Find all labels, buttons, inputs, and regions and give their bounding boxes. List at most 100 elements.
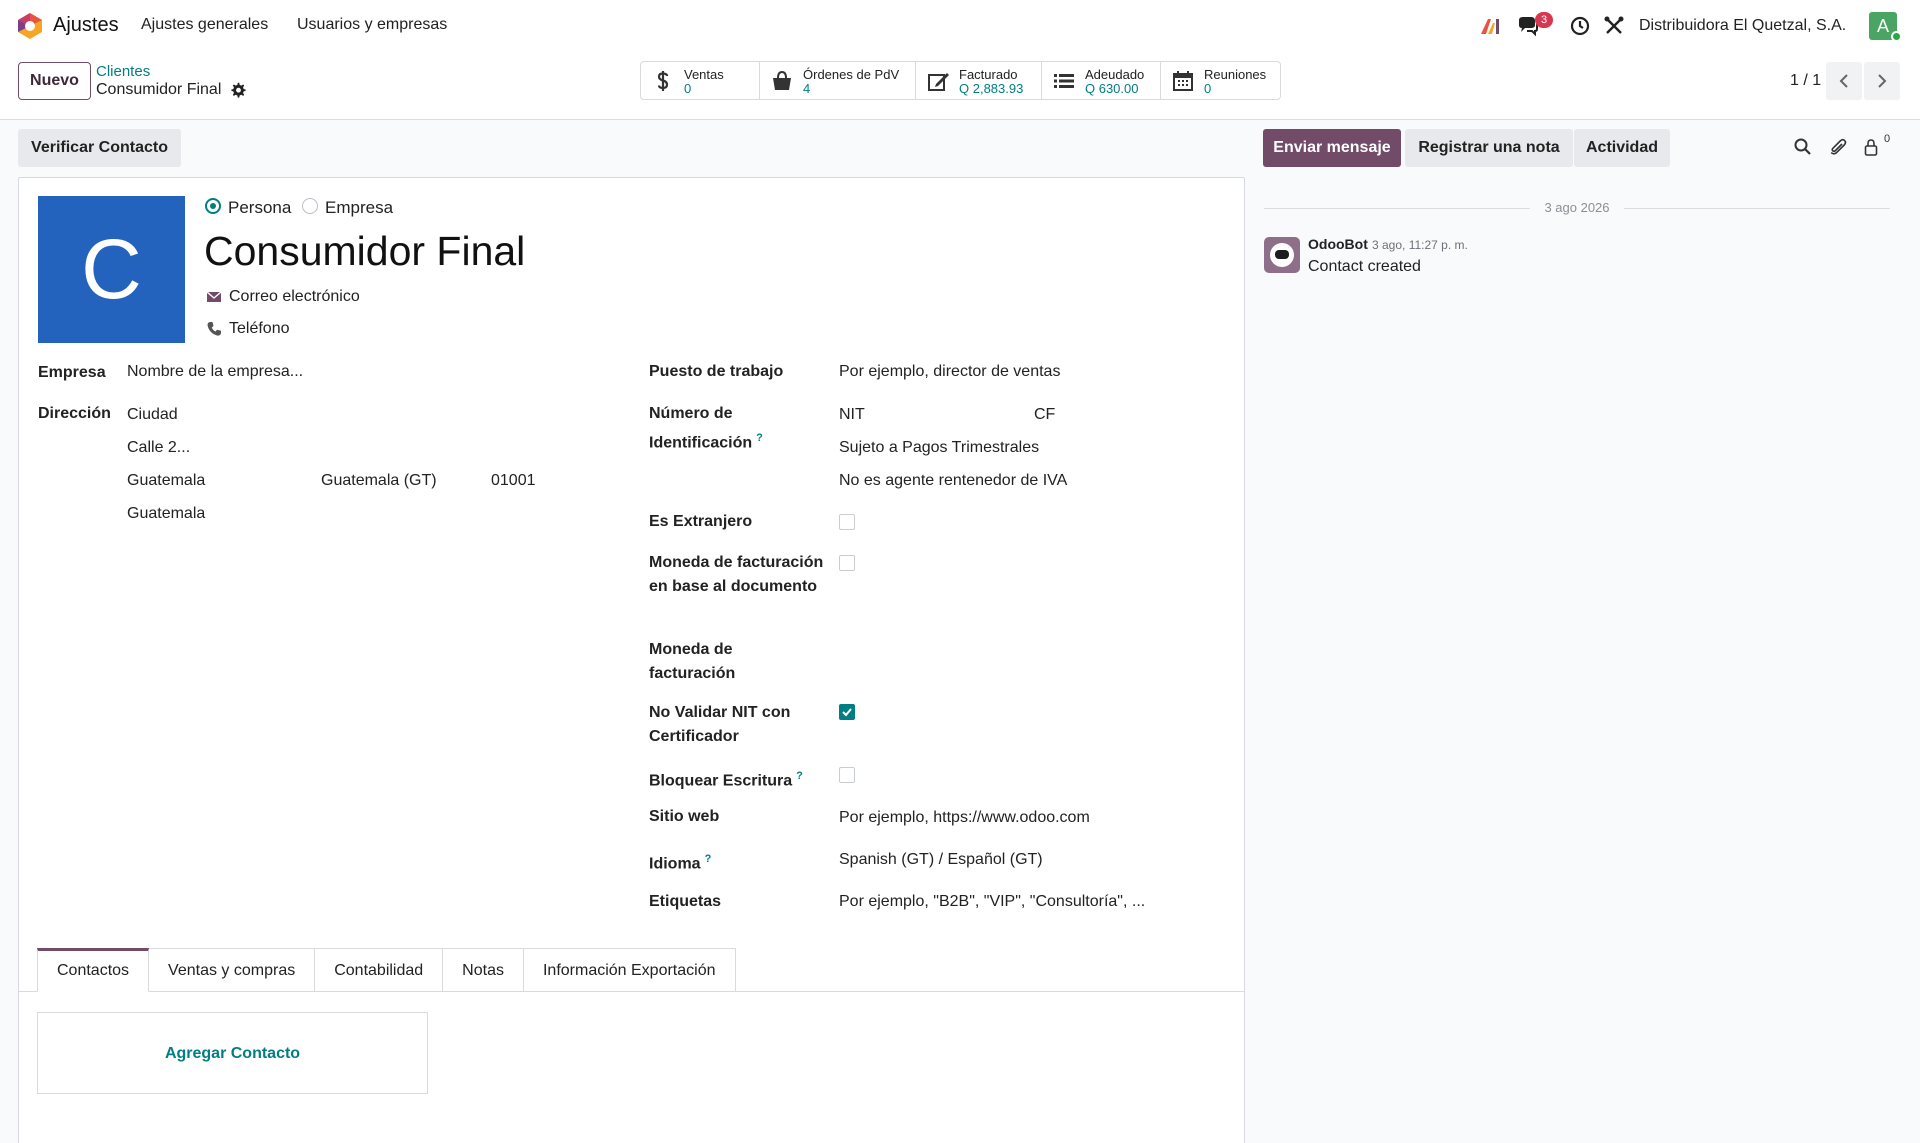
tab-contactos[interactable]: Contactos [37,948,150,992]
website-label: Sitio web [649,808,720,825]
help-icon[interactable]: ? [705,853,712,865]
menu-ajustes-generales[interactable]: Ajustes generales [141,16,268,34]
stat-facturado-value: Q 2,883.93 [959,81,1024,96]
email-field[interactable]: Correo electrónico [229,288,360,306]
date-separator: 3 ago 2026 [1264,200,1890,216]
country-select[interactable]: Guatemala [127,505,205,523]
language-select[interactable]: Spanish (GT) / Español (GT) [839,851,1043,869]
help-icon[interactable]: ? [796,770,803,782]
job-title-input[interactable]: Por ejemplo, director de ventas [839,363,1060,381]
state-select[interactable]: Guatemala (GT) [321,472,437,490]
stat-reuniones-value: 0 [1204,81,1212,96]
tab-notas[interactable]: Notas [443,948,524,992]
radio-persona[interactable] [205,198,221,214]
lock-writing-checkbox[interactable] [839,767,855,783]
form-sheet [18,177,1245,1143]
calendar-icon [1173,71,1193,91]
menu-usuarios-empresas[interactable]: Usuarios y empresas [297,16,447,34]
stat-adeudado[interactable]: Adeudado Q 630.00 [1042,62,1161,99]
lock-writing-label-text: Bloquear Escritura [649,772,793,790]
foreign-label: Es Extranjero [649,513,753,530]
doc-currency-label: Moneda de facturación en base al documen… [649,554,824,595]
company-input[interactable]: Nombre de la empresa... [127,363,303,381]
tab-informacion-exportacion[interactable]: Información Exportación [523,948,736,992]
tab-contabilidad[interactable]: Contabilidad [315,948,444,992]
phone-icon [207,322,221,336]
id-type-select[interactable]: NIT [839,406,865,424]
new-button[interactable]: Nuevo [18,62,91,100]
app-name[interactable]: Ajustes [53,14,119,37]
smart-buttons: Ventas 0 Órdenes de PdV 4 Facturado Q 2,… [640,61,1281,100]
city-input[interactable]: Guatemala [127,472,205,490]
radio-empresa-label[interactable]: Empresa [325,198,393,218]
activity-button[interactable]: Actividad [1574,129,1670,167]
id-number-input[interactable]: CF [1034,406,1055,424]
id-number-label: Número de Identificación? [649,402,839,455]
no-validate-nit-label: No Validar NIT con Certificador [649,704,791,745]
notebook-tabs: Contactos Ventas y compras Contabilidad … [37,948,736,992]
stat-adeudado-label: Adeudado [1085,67,1145,82]
pager-next-button[interactable] [1864,62,1900,100]
website-input[interactable]: Por ejemplo, https://www.odoo.com [839,809,1090,827]
no-validate-nit-checkbox[interactable] [839,704,855,720]
phone-field[interactable]: Teléfono [229,320,290,338]
tab-ventas-compras[interactable]: Ventas y compras [149,948,316,992]
zip-input[interactable]: 01001 [491,472,536,490]
stat-facturado-label: Facturado [959,67,1018,82]
radio-empresa[interactable] [302,198,318,214]
tools-icon[interactable] [1602,14,1626,38]
dollar-icon [657,71,669,91]
gear-icon[interactable] [230,82,247,99]
doc-currency-checkbox[interactable] [839,555,855,571]
tags-input[interactable]: Por ejemplo, "B2B", "VIP", "Consultoría"… [839,893,1145,911]
message-time: 3 ago, 11:27 p. m. [1372,238,1468,252]
contact-avatar[interactable]: C [38,196,185,343]
lock-writing-label: Bloquear Escritura? [649,764,803,793]
ai-icon[interactable] [1478,14,1502,38]
iva-agent-select[interactable]: No es agente rentenedor de IVA [839,472,1067,490]
company-switcher[interactable]: Distribuidora El Quetzal, S.A. [1639,17,1846,35]
stat-facturado[interactable]: Facturado Q 2,883.93 [916,62,1042,99]
shopping-bag-icon [773,70,791,90]
pager-value[interactable]: 1 / 1 [1790,72,1821,90]
language-label-text: Idioma [649,855,701,873]
stat-ventas[interactable]: Ventas 0 [641,62,760,99]
followers-lock-icon[interactable] [1862,137,1882,157]
stat-reuniones[interactable]: Reuniones 0 [1161,62,1280,99]
street2-input[interactable]: Calle 2... [127,439,190,457]
contact-name-field[interactable]: Consumidor Final [204,228,525,275]
app-logo-icon[interactable] [16,12,44,40]
log-note-button[interactable]: Registrar una nota [1405,129,1573,167]
message-body: Contact created [1308,258,1421,275]
send-message-button[interactable]: Enviar mensaje [1263,129,1401,167]
id-number-label-text: Número de Identificación [649,405,753,452]
help-icon[interactable]: ? [756,432,763,444]
paperclip-icon[interactable] [1828,137,1848,157]
breadcrumb-clientes[interactable]: Clientes [96,63,150,80]
tax-regime-select[interactable]: Sujeto a Pagos Trimestrales [839,439,1039,457]
message-author[interactable]: OdooBot [1308,236,1368,252]
stat-reuniones-label: Reuniones [1204,67,1267,82]
add-contact-button[interactable]: Agregar Contacto [37,1012,428,1094]
company-label: Empresa [38,364,106,381]
checkmark-icon [842,708,852,717]
street-input[interactable]: Ciudad [127,406,178,424]
chevron-right-icon [1878,74,1887,88]
messages-badge: 3 [1535,12,1553,28]
stat-ordenes-pdv[interactable]: Órdenes de PdV 4 [760,62,916,99]
foreign-checkbox[interactable] [839,514,855,530]
list-icon [1054,74,1074,88]
breadcrumb-current: Consumidor Final [96,81,222,98]
verify-contact-button[interactable]: Verificar Contacto [18,129,181,167]
online-status-dot [1891,31,1902,42]
stat-adeudado-value: Q 630.00 [1085,81,1139,96]
separator-line [1624,208,1890,209]
pager-previous-button[interactable] [1826,62,1862,100]
stat-ventas-label: Ventas [684,67,724,82]
radio-persona-label[interactable]: Persona [228,198,291,218]
search-icon[interactable] [1793,137,1813,157]
clock-icon[interactable] [1568,14,1592,38]
top-navbar: Ajustes Ajustes generales Usuarios y emp… [0,0,1920,52]
edit-icon [928,73,949,91]
language-label: Idioma? [649,847,711,876]
